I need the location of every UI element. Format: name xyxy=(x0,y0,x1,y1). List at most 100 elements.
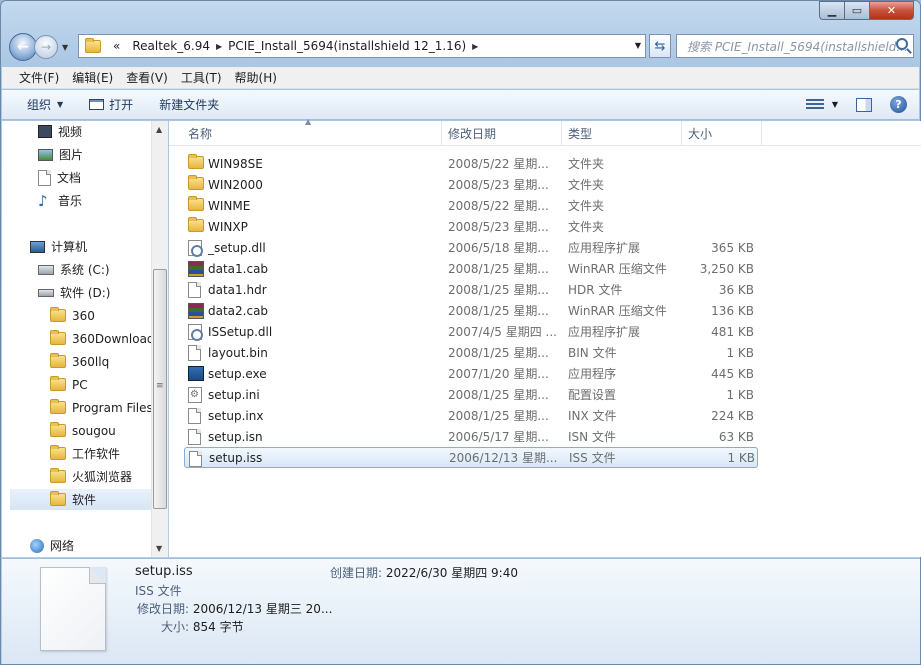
details-size-label: 大小: xyxy=(161,620,190,634)
menu-help[interactable]: 帮助(H) xyxy=(235,69,277,86)
column-date[interactable]: 修改日期 xyxy=(442,121,562,146)
column-size[interactable]: 大小 xyxy=(682,121,762,146)
table-row[interactable]: setup.inx 2008/1/25 星期... INX 文件 224 KB xyxy=(184,405,758,426)
refresh-button[interactable]: ⇆ xyxy=(649,34,671,58)
file-name: layout.bin xyxy=(208,345,268,360)
file-size: 1 KB xyxy=(727,450,755,465)
table-row[interactable]: WINXP 2008/5/23 星期... 文件夹 xyxy=(184,216,758,237)
table-row[interactable]: data1.cab 2008/1/25 星期... WinRAR 压缩文件 3,250… xyxy=(184,258,758,279)
change-view-icon[interactable] xyxy=(805,98,824,111)
details-size-value: 854 字节 xyxy=(192,620,244,634)
navigation-pane: 视频 图片 文档 ♪ 音乐 计算机 系统 (C:) 软件 (D:) 360 360… xyxy=(2,121,152,557)
nav-item-folder-selected[interactable]: 软件 xyxy=(10,489,152,510)
video-icon xyxy=(38,125,52,138)
table-row[interactable]: WIN98SE 2008/5/22 星期... 文件夹 xyxy=(184,153,758,174)
table-row[interactable]: setup.exe 2007/1/20 星期... 应用程序 445 KB xyxy=(184,363,758,384)
open-icon xyxy=(89,99,105,110)
file-type: WinRAR 压缩文件 xyxy=(568,304,667,318)
table-row-selected[interactable]: setup.iss 2006/12/13 星期... ISS 文件 1 KB xyxy=(184,447,758,468)
nav-item-folder[interactable]: 360Downloads xyxy=(50,328,152,349)
nav-item-drive-d[interactable]: 软件 (D:) xyxy=(38,282,110,303)
table-row[interactable]: WINME 2008/5/22 星期... 文件夹 xyxy=(184,195,758,216)
file-type: WinRAR 压缩文件 xyxy=(568,262,667,276)
table-row[interactable]: setup.ini 2008/1/25 星期... 配置设置 1 KB xyxy=(184,384,758,405)
details-modified: 修改日期: 2006/12/13 星期三 20... xyxy=(137,600,332,617)
file-name: setup.exe xyxy=(208,366,267,381)
address-dropdown-icon[interactable]: ▼ xyxy=(635,41,641,50)
nav-item-folder[interactable]: PC xyxy=(50,374,88,395)
menu-edit[interactable]: 编辑(E) xyxy=(72,69,113,86)
nav-item-drive-c[interactable]: 系统 (C:) xyxy=(38,259,110,280)
breadcrumb-segment[interactable]: Realtek_6.94 xyxy=(132,39,210,53)
view-options-chevron-icon[interactable]: ▼ xyxy=(832,100,838,109)
folder-icon xyxy=(50,422,66,437)
nav-item-folder[interactable]: 工作软件 xyxy=(50,443,120,464)
details-created: 创建日期: 2022/6/30 星期四 9:40 xyxy=(330,564,518,581)
nav-item-folder[interactable]: sougou xyxy=(50,420,116,441)
open-button[interactable]: 打开 xyxy=(89,96,133,113)
file-name: setup.isn xyxy=(208,429,263,444)
details-pane: setup.iss ISS 文件 修改日期: 2006/12/13 星期三 20… xyxy=(2,558,920,664)
nav-item-pictures[interactable]: 图片 xyxy=(38,144,83,165)
folder-icon xyxy=(50,445,66,460)
details-file-type: ISS 文件 xyxy=(135,584,182,598)
address-bar[interactable]: « Realtek_6.94 ▶ PCIE_Install_5694(insta… xyxy=(78,34,646,58)
menu-file[interactable]: 文件(F) xyxy=(19,69,59,86)
table-row[interactable]: _setup.dll 2006/5/18 星期... 应用程序扩展 365 KB xyxy=(184,237,758,258)
table-row[interactable]: ISSetup.dll 2007/4/5 星期四 ... 应用程序扩展 481 KB xyxy=(184,321,758,342)
search-icon[interactable] xyxy=(896,38,908,50)
table-row[interactable]: WIN2000 2008/5/23 星期... 文件夹 xyxy=(184,174,758,195)
file-date: 2008/1/25 星期... xyxy=(448,346,549,360)
maximize-button[interactable]: ▭ xyxy=(845,1,870,20)
menu-view[interactable]: 查看(V) xyxy=(126,69,168,86)
nav-item-network[interactable]: 网络 xyxy=(30,535,74,556)
nav-item-folder[interactable]: 火狐浏览器 xyxy=(50,466,132,487)
column-name[interactable]: 名称 xyxy=(182,121,442,146)
menu-tools[interactable]: 工具(T) xyxy=(181,69,222,86)
organize-button[interactable]: 组织 ▼ xyxy=(27,96,63,113)
details-created-label: 创建日期: xyxy=(330,566,383,580)
search-input[interactable]: 搜索 PCIE_Install_5694(installshield... xyxy=(676,34,914,58)
column-type[interactable]: 类型 xyxy=(562,121,682,146)
nav-item-documents[interactable]: 文档 xyxy=(38,167,81,188)
new-folder-button[interactable]: 新建文件夹 xyxy=(159,96,219,113)
table-row[interactable]: setup.isn 2006/5/17 星期... ISN 文件 63 KB xyxy=(184,426,758,447)
forward-button[interactable]: → xyxy=(34,35,58,59)
close-button[interactable]: ✕ xyxy=(870,1,914,20)
nav-item-computer[interactable]: 计算机 xyxy=(30,236,87,257)
scroll-down-arrow-icon[interactable]: ▼ xyxy=(156,544,162,553)
file-size: 36 KB xyxy=(718,282,754,297)
file-name: WIN2000 xyxy=(208,177,263,192)
back-button[interactable]: ← xyxy=(9,33,37,61)
nav-label: 软件 xyxy=(72,493,97,507)
nav-item-videos[interactable]: 视频 xyxy=(38,121,82,142)
breadcrumb-chevron-icon[interactable]: ▶ xyxy=(216,42,222,51)
file-date: 2008/5/23 星期... xyxy=(448,220,549,234)
file-name: WINXP xyxy=(208,219,248,234)
table-row[interactable]: data1.hdr 2008/1/25 星期... HDR 文件 36 KB xyxy=(184,279,758,300)
nav-item-folder[interactable]: 360 xyxy=(50,305,95,326)
table-row[interactable]: data2.cab 2008/1/25 星期... WinRAR 压缩文件 136 K… xyxy=(184,300,758,321)
nav-item-folder[interactable]: 360llq xyxy=(50,351,109,372)
nav-item-music[interactable]: ♪ 音乐 xyxy=(38,190,82,211)
minimize-button[interactable]: ▁ xyxy=(819,1,845,20)
breadcrumb-segment[interactable]: PCIE_Install_5694(installshield 12_1.16) xyxy=(228,39,466,53)
table-row[interactable]: layout.bin 2008/1/25 星期... BIN 文件 1 KB xyxy=(184,342,758,363)
file-name: ISSetup.dll xyxy=(208,324,273,339)
file-type: 文件夹 xyxy=(568,157,605,171)
file-date: 2008/5/22 星期... xyxy=(448,157,549,171)
details-created-value: 2022/6/30 星期四 9:40 xyxy=(385,566,518,580)
nav-item-folder[interactable]: Program Files xyxy=(50,397,152,418)
recent-pages-dropdown[interactable]: ▼ xyxy=(62,43,68,52)
help-icon[interactable]: ? xyxy=(890,96,907,113)
breadcrumb-overflow[interactable]: « xyxy=(113,39,120,53)
preview-pane-icon[interactable] xyxy=(856,97,872,112)
doc-icon xyxy=(188,408,201,424)
folder-icon xyxy=(50,399,66,414)
nav-scrollbar[interactable]: ▲ ≡ ▼ xyxy=(151,121,168,557)
breadcrumb-chevron-icon[interactable]: ▶ xyxy=(472,42,478,51)
file-name: data2.cab xyxy=(208,303,269,318)
scroll-up-arrow-icon[interactable]: ▲ xyxy=(156,125,162,134)
folder-icon xyxy=(188,217,204,232)
nav-label: 软件 (D:) xyxy=(60,286,111,300)
